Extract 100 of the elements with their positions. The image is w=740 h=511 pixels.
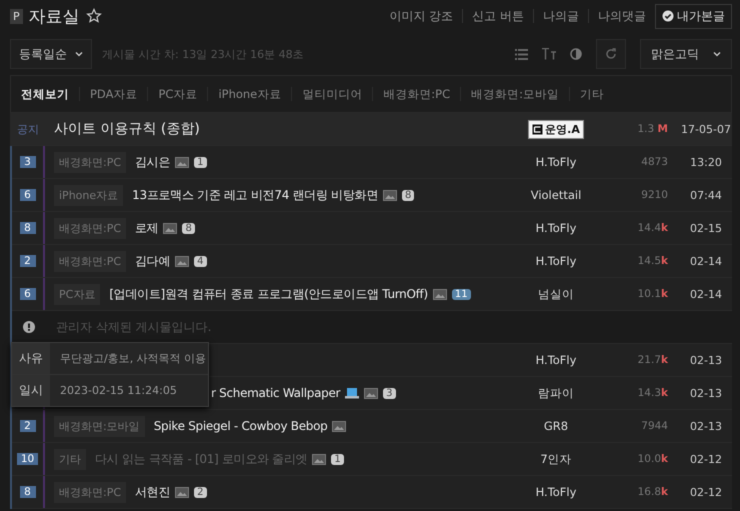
refresh-button[interactable] (596, 39, 626, 69)
post-author[interactable]: H.ToFly (500, 155, 612, 169)
recommend-count: 2 (20, 420, 36, 432)
recommend-count: 10 (16, 453, 38, 465)
tooltip-value: 2023-02-15 11:24:05 (59, 384, 177, 397)
admin-badge: 운영.A (528, 120, 584, 138)
category-tag: 배경화면:PC (54, 152, 126, 172)
refresh-icon (605, 48, 617, 60)
warning-icon (23, 321, 35, 333)
admin-icon (532, 124, 544, 134)
category-tab[interactable]: iPhone자료 (208, 86, 292, 102)
post-author[interactable]: 넘실이 (500, 286, 612, 302)
post-title[interactable]: 서현진 (135, 484, 170, 500)
post-date: 17-05-07 (680, 122, 732, 136)
view-count: 9210 (640, 189, 669, 201)
post-date: 02-14 (689, 288, 723, 300)
view-count: 10.1k (636, 288, 669, 300)
category-tab[interactable]: 기타 (570, 86, 614, 102)
category-tag: 배경화면:PC (54, 218, 126, 238)
chevron-down-icon (713, 51, 721, 57)
header-link[interactable]: 나의댓글 (598, 8, 646, 24)
view-count: 10.0k (636, 453, 669, 465)
sort-dropdown[interactable]: 등록일순 (10, 39, 92, 69)
comment-count: 2 (194, 486, 207, 498)
recommend-count: 6 (20, 288, 36, 300)
list-view-icon[interactable] (515, 48, 528, 60)
notice-label: 공지 (16, 122, 40, 136)
post-title[interactable]: Spike Spiegel - Cowboy Bebop (154, 419, 328, 433)
post-author[interactable]: H.ToFly (500, 221, 612, 235)
post-title[interactable]: r Schematic Wallpaper (211, 386, 340, 400)
post-title[interactable]: 사이트 이용규칙 (종합) (54, 120, 500, 138)
contrast-icon[interactable] (570, 48, 582, 60)
post-title[interactable]: 김다예 (135, 252, 170, 270)
comment-count: 8 (182, 222, 195, 234)
star-icon[interactable] (86, 8, 102, 24)
recommend-count: 3 (20, 156, 36, 168)
view-count: 14.5k (636, 255, 669, 267)
view-count: 7944 (640, 420, 669, 432)
view-count: 14.3k (636, 387, 669, 399)
post-author[interactable]: H.ToFly (500, 353, 612, 367)
post-author[interactable]: H.ToFly (500, 485, 612, 499)
font-dropdown[interactable]: 맑은고딕 (640, 39, 732, 69)
post-author[interactable]: Violettail (500, 188, 612, 202)
view-count: 1.3 M (636, 123, 669, 135)
time-difference-text: 게시물 시간 차: 13일 23시간 16분 48초 (102, 46, 304, 62)
post-date: 13:20 (689, 156, 723, 168)
category-tag: 기타 (54, 448, 86, 470)
view-count: 21.7k (636, 354, 669, 366)
category-tab[interactable]: 전체보기 (19, 86, 79, 102)
category-tab[interactable]: 배경화면:PC (373, 86, 460, 102)
view-count: 4873 (640, 156, 669, 168)
category-tag: iPhone자료 (54, 184, 124, 206)
category-tab[interactable]: 배경화면:모바일 (461, 86, 569, 102)
deleted-notice-text: 관리자 삭제된 게시물입니다. (56, 318, 212, 336)
post-date: 02-13 (689, 420, 723, 432)
notice-row[interactable]: 공지 사이트 이용규칙 (종합) 운영.A 1.3 M 17-05-07 (10, 113, 732, 146)
category-tag: 배경화면:PC (54, 250, 126, 272)
post-date: 02-14 (689, 254, 723, 268)
tooltip-value: 무단광고/홍보, 사적목적 이용 (59, 351, 206, 366)
post-title[interactable]: 13프로맥스 기준 레고 비전74 랜더링 비탕화면 (132, 186, 378, 204)
category-tab[interactable]: 멀티미디어 (292, 86, 372, 102)
board-title: 자료실 (28, 6, 80, 28)
recommend-count: 2 (20, 255, 36, 267)
post-date: 02-12 (689, 486, 723, 498)
view-count: 16.8k (636, 486, 669, 498)
chevron-down-icon (75, 51, 83, 57)
view-count: 14.4k (636, 222, 669, 234)
category-tab[interactable]: PC자료 (148, 86, 208, 102)
post-author[interactable]: GR8 (500, 419, 612, 433)
post-date: 02-13 (689, 354, 723, 366)
recommend-count: 8 (20, 222, 36, 234)
comment-count: 3 (383, 388, 396, 398)
header-link[interactable]: 신고 버튼 (472, 8, 524, 24)
check-icon (662, 10, 674, 22)
category-tag: 배경화면:PC (54, 482, 126, 502)
comment-count: 1 (331, 454, 344, 464)
post-date: 02-12 (689, 452, 723, 466)
recommend-count: 6 (20, 189, 36, 201)
category-tag: PC자료 (54, 284, 100, 304)
comment-count: 1 (194, 156, 207, 168)
post-date: 07:44 (689, 188, 723, 202)
tooltip-label: 일시 (12, 375, 50, 406)
comment-count: 4 (194, 256, 207, 266)
text-size-icon[interactable] (542, 48, 556, 60)
post-author[interactable]: H.ToFly (500, 254, 612, 268)
post-title[interactable]: 로제 (135, 220, 158, 236)
post-author[interactable]: 7인자 (500, 452, 612, 466)
post-date: 02-15 (689, 222, 723, 234)
comment-count: 8 (402, 190, 414, 200)
post-date: 02-13 (689, 386, 723, 400)
board-badge: P (10, 8, 23, 24)
header-link[interactable]: 나의글 (543, 8, 579, 24)
post-author[interactable]: 람파이 (500, 386, 612, 400)
category-tag: 배경화면:모바일 (54, 416, 145, 436)
post-title[interactable]: 김시은 (135, 154, 170, 170)
header-link[interactable]: 이미지 강조 (389, 8, 454, 24)
category-tab[interactable]: PDA자료 (80, 86, 148, 102)
viewed-posts-button[interactable]: 내가본글 (655, 4, 732, 28)
post-title[interactable]: [업데이트]원격 컴퓨터 종료 프로그램(안드로이드앱 TurnOff) (109, 286, 428, 302)
comment-count: 11 (452, 288, 471, 300)
